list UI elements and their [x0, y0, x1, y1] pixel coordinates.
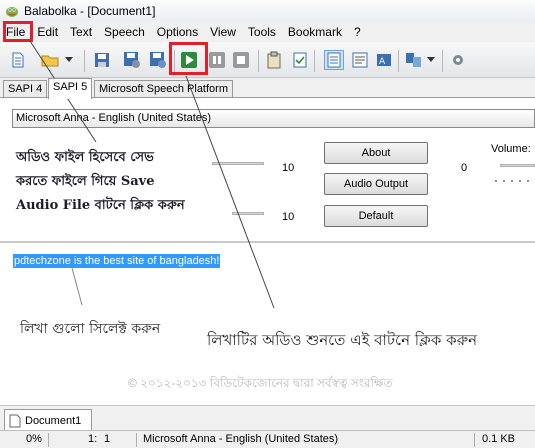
status-line: 1: [88, 433, 98, 445]
status-column: 1 [104, 433, 111, 445]
status-bar: 0% 1: 1 Microsoft Anna - English (United… [0, 430, 535, 448]
status-voice: Microsoft Anna - English (United States) [143, 433, 339, 445]
arrow-play-button [185, 75, 275, 309]
status-size: 0.1 KB [482, 433, 516, 445]
tab-document1[interactable]: Document1 [4, 409, 92, 431]
document-icon [9, 414, 21, 427]
status-progress: 0% [26, 433, 42, 445]
status-separator [48, 433, 49, 447]
status-separator [136, 433, 137, 447]
tab-sapi5[interactable]: SAPI 5 [48, 78, 93, 99]
document-tab-strip: Document1 [0, 405, 535, 431]
annotation-arrows [29, 40, 275, 309]
arrow-selection [71, 267, 83, 306]
status-separator [474, 433, 475, 447]
document-tab-label: Document1 [25, 414, 82, 427]
